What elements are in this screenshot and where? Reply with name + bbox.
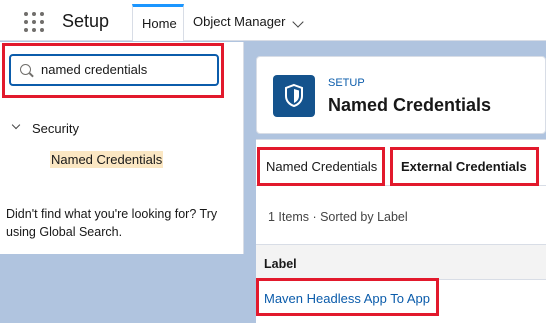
highlight-box-row (256, 278, 439, 316)
global-header: Setup Home Object Manager (0, 0, 546, 41)
column-header-label[interactable]: Label (264, 257, 297, 271)
credentials-table: Label Maven Headless App To App (256, 244, 546, 323)
breadcrumb[interactable]: SETUP (328, 77, 365, 89)
page-title: Named Credentials (328, 95, 492, 115)
content-card: Named Credentials External Credentials 1… (256, 139, 546, 323)
tab-object-manager[interactable]: Object Manager (193, 14, 286, 29)
highlight-box-search (2, 43, 224, 98)
app-launcher-icon[interactable] (24, 12, 44, 32)
tree-section-security[interactable]: Security (32, 121, 79, 136)
chevron-down-icon[interactable] (11, 120, 21, 130)
tree-item-named-credentials[interactable]: Named Credentials (50, 151, 164, 168)
highlight-box-named-tab (257, 147, 385, 186)
app-title: Setup (62, 11, 110, 31)
tab-home[interactable]: Home (132, 4, 184, 41)
shield-icon (273, 75, 315, 117)
table-header: Label (256, 245, 546, 280)
list-info: 1 Items · Sorted by Label (268, 210, 408, 224)
help-text: Didn't find what you're looking for? Try… (6, 207, 218, 239)
setup-sidebar: Security Named Credentials Didn't find w… (0, 42, 244, 254)
chevron-down-icon[interactable] (292, 16, 304, 28)
highlight-box-external-tab (390, 147, 539, 186)
page-header: SETUP Named Credentials (256, 56, 546, 134)
